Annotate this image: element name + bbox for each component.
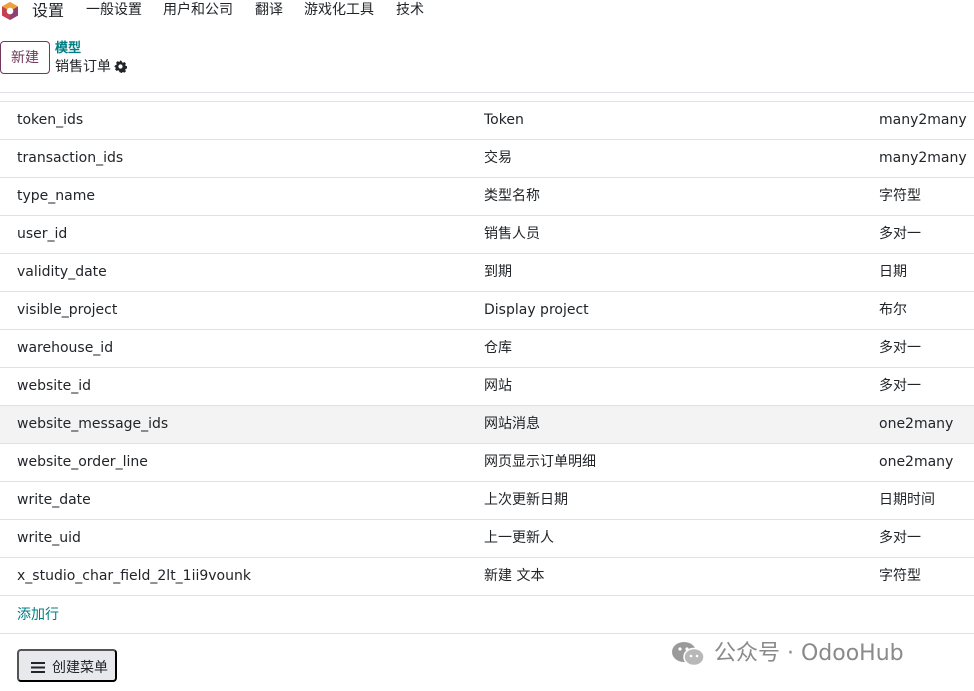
table-row[interactable]: validity_date 到期 日期 — [0, 254, 974, 292]
field-name-cell: write_uid — [17, 530, 81, 546]
odoo-logo-icon[interactable] — [0, 1, 20, 21]
table-row-hovered[interactable]: website_message_ids 网站消息 one2many — [0, 406, 974, 444]
table-row[interactable]: website_order_line 网页显示订单明细 one2many — [0, 444, 974, 482]
field-name-cell: website_id — [17, 378, 92, 394]
field-type-cell: 日期 — [879, 264, 907, 280]
field-name-cell: warehouse_id — [17, 340, 114, 356]
field-label-cell: 网站消息 — [484, 416, 540, 432]
field-label-cell: 网站 — [484, 378, 512, 394]
table-row[interactable]: type_name 类型名称 字符型 — [0, 178, 974, 216]
field-name-cell: x_studio_char_field_2lt_1ii9vounk — [17, 568, 251, 584]
field-label-cell: 类型名称 — [484, 188, 540, 204]
menu-gamification[interactable]: 游戏化工具 — [304, 0, 374, 20]
field-name-cell: write_date — [17, 492, 91, 508]
menu-translations[interactable]: 翻译 — [255, 0, 283, 20]
table-bottom-divider — [0, 633, 974, 634]
field-type-cell: many2many — [879, 150, 967, 166]
field-type-cell: 多对一 — [879, 340, 921, 356]
field-name-cell: type_name — [17, 188, 95, 204]
field-type-cell: 日期时间 — [879, 492, 935, 508]
menu-technical[interactable]: 技术 — [396, 0, 424, 20]
table-row[interactable]: x_studio_char_field_2lt_1ii9vounk 新建 文本 … — [0, 558, 974, 596]
field-label-cell: 新建 文本 — [484, 568, 545, 584]
table-row[interactable]: write_date 上次更新日期 日期时间 — [0, 482, 974, 520]
field-label-cell: 交易 — [484, 150, 512, 166]
field-type-cell: 字符型 — [879, 188, 921, 204]
table-row[interactable]: user_id 销售人员 多对一 — [0, 216, 974, 254]
field-name-cell: validity_date — [17, 264, 107, 280]
menu-general-settings[interactable]: 一般设置 — [86, 0, 142, 20]
field-label-cell: 网页显示订单明细 — [484, 454, 596, 470]
field-type-cell: 布尔 — [879, 302, 907, 318]
wechat-icon — [672, 642, 705, 667]
field-name-cell: website_order_line — [17, 454, 148, 470]
field-name-cell: transaction_ids — [17, 150, 124, 166]
header-divider — [0, 92, 974, 93]
create-menu-button[interactable]: 创建菜单 — [17, 649, 117, 682]
field-type-cell: one2many — [879, 454, 954, 470]
bars-icon — [31, 662, 45, 673]
breadcrumb-current-record: 销售订单 — [55, 59, 111, 75]
table-row[interactable]: transaction_ids 交易 many2many — [0, 140, 974, 178]
breadcrumb-models-link[interactable]: 模型 — [55, 41, 81, 57]
field-label-cell: Token — [484, 112, 524, 128]
field-type-cell: many2many — [879, 112, 967, 128]
table-row[interactable]: warehouse_id 仓库 多对一 — [0, 330, 974, 368]
field-name-cell: website_message_ids — [17, 416, 169, 432]
table-row[interactable]: website_id 网站 多对一 — [0, 368, 974, 406]
field-label-cell: 仓库 — [484, 340, 512, 356]
table-row[interactable]: visible_project Display project 布尔 — [0, 292, 974, 330]
table-row[interactable]: write_uid 上一更新人 多对一 — [0, 520, 974, 558]
table-row[interactable]: token_ids Token many2many — [0, 102, 974, 140]
gear-icon[interactable] — [114, 60, 127, 73]
field-label-cell: 到期 — [484, 264, 512, 280]
field-type-cell: 多对一 — [879, 226, 921, 242]
field-type-cell: 多对一 — [879, 530, 921, 546]
field-name-cell: user_id — [17, 226, 68, 242]
app-name[interactable]: 设置 — [32, 0, 64, 22]
field-type-cell: 多对一 — [879, 378, 921, 394]
field-name-cell: visible_project — [17, 302, 118, 318]
field-name-cell: token_ids — [17, 112, 84, 128]
field-label-cell: 销售人员 — [484, 226, 540, 242]
field-label-cell: 上次更新日期 — [484, 492, 568, 508]
wechat-watermark: 公众号 · OdooHub — [670, 640, 904, 668]
top-navbar: 设置 一般设置 用户和公司 翻译 游戏化工具 技术 — [0, 0, 974, 22]
field-label-cell: 上一更新人 — [484, 530, 554, 546]
new-button[interactable]: 新建 — [0, 41, 50, 74]
field-type-cell: one2many — [879, 416, 954, 432]
add-line-link[interactable]: 添加行 — [17, 605, 59, 625]
field-label-cell: Display project — [484, 302, 589, 318]
create-menu-label: 创建菜单 — [52, 659, 108, 675]
menu-users-companies[interactable]: 用户和公司 — [163, 0, 233, 20]
field-type-cell: 字符型 — [879, 568, 921, 584]
watermark-text: 公众号 · OdooHub — [714, 641, 904, 666]
